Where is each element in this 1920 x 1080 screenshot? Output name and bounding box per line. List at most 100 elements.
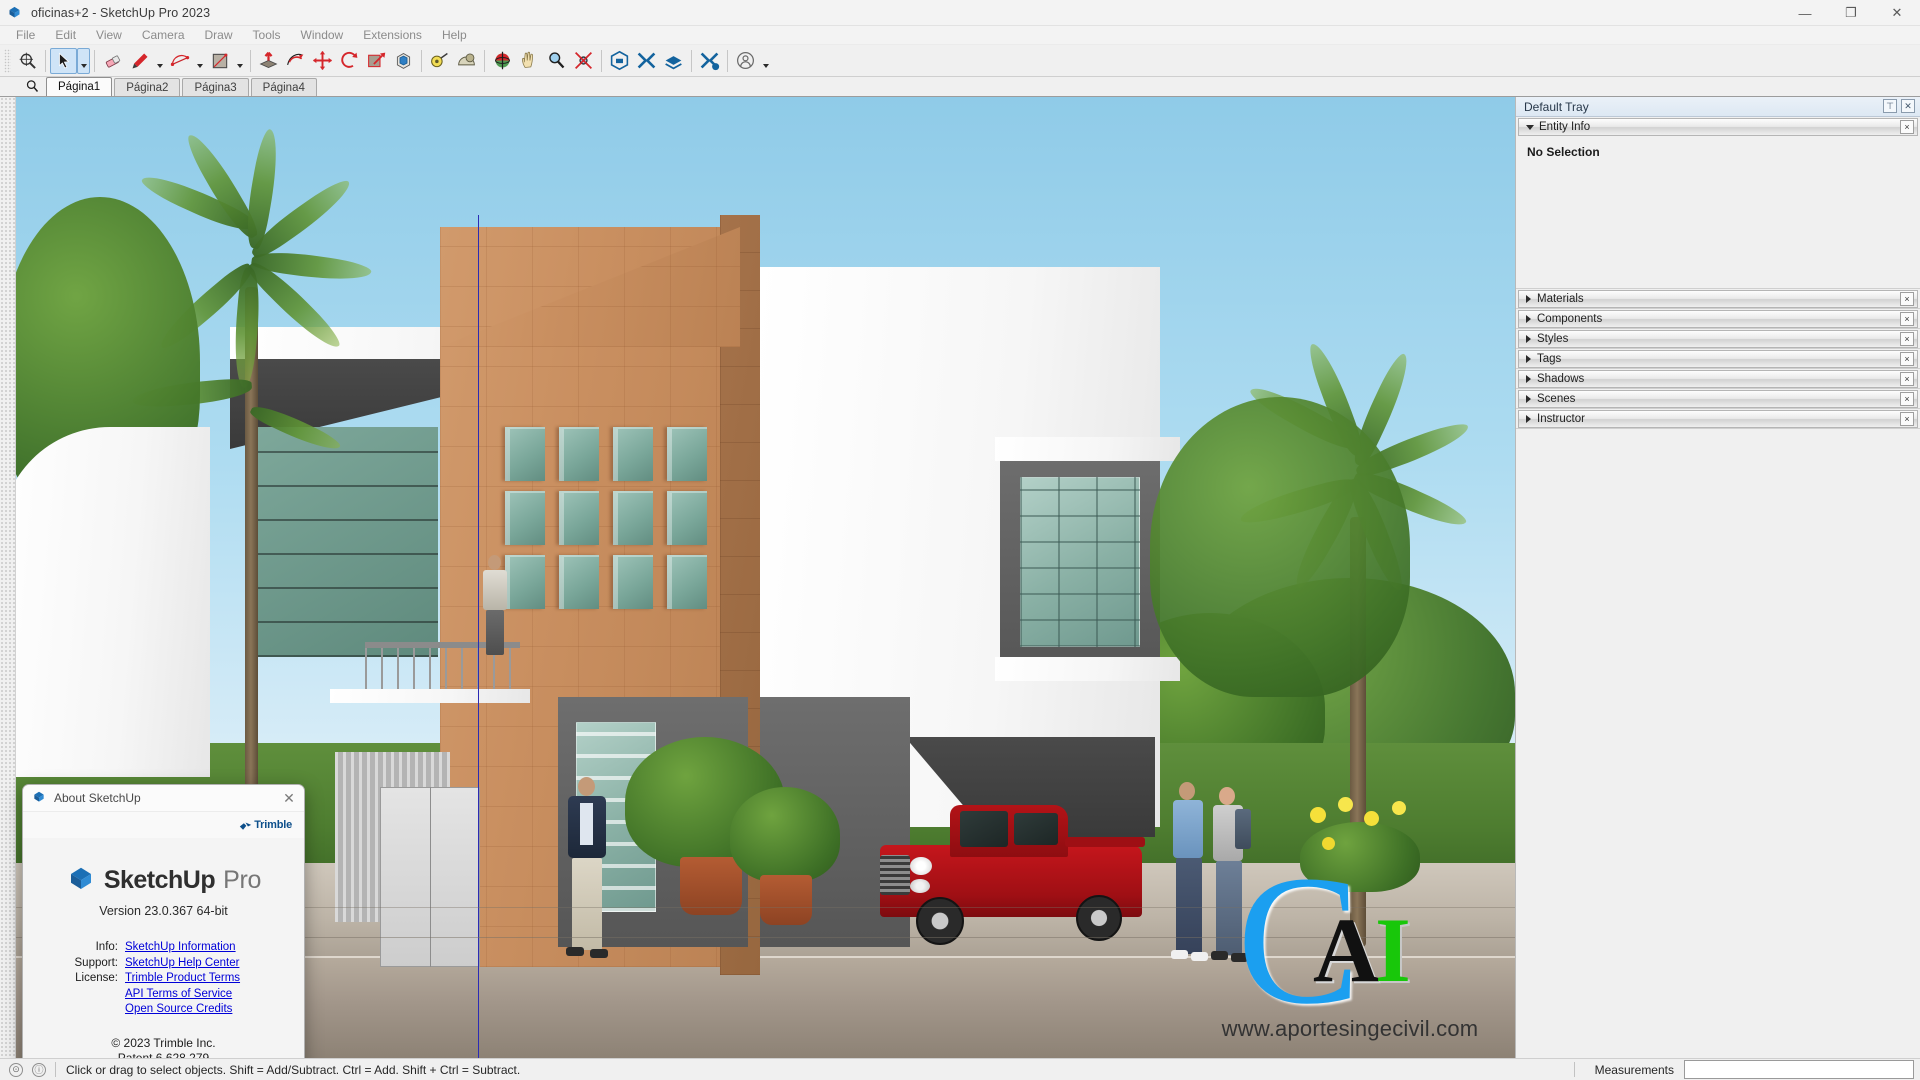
panel-header-scenes[interactable]: Scenes × — [1518, 390, 1918, 408]
credits-info-icon[interactable]: ⓘ — [32, 1062, 46, 1077]
arc-dropdown-arrow-icon[interactable] — [193, 48, 206, 74]
tray-close-button[interactable]: ✕ — [1901, 99, 1915, 113]
panel-header-components[interactable]: Components × — [1518, 310, 1918, 328]
scene-tab-pagina1[interactable]: Página1 — [46, 77, 113, 96]
panel-label-entity-info: Entity Info — [1539, 121, 1591, 133]
select-arrow-icon[interactable] — [50, 47, 77, 74]
move-icon[interactable] — [309, 48, 336, 74]
building-grey-box-top-slab — [995, 437, 1180, 461]
minimize-button[interactable]: — — [1782, 0, 1828, 26]
status-message: Click or drag to select objects. Shift =… — [66, 1062, 521, 1077]
pencil-dropdown-arrow-icon[interactable] — [153, 48, 166, 74]
panel-label-shadows: Shadows — [1537, 373, 1585, 385]
menu-help[interactable]: Help — [432, 26, 477, 45]
menu-draw[interactable]: Draw — [195, 26, 243, 45]
menu-view[interactable]: View — [86, 26, 132, 45]
user-account-icon[interactable] — [732, 48, 759, 74]
tape-measure-icon[interactable] — [426, 48, 453, 74]
person-on-balcony — [478, 555, 512, 655]
person-head — [578, 777, 595, 796]
panel-header-tags[interactable]: Tags × — [1518, 350, 1918, 368]
close-button[interactable]: ✕ — [1874, 0, 1920, 26]
eraser-icon[interactable] — [99, 48, 126, 74]
link-trimble-product-terms[interactable]: Trimble Product Terms — [125, 972, 240, 984]
red-pickup-truck — [880, 797, 1150, 977]
panel-close-entity-info[interactable]: × — [1900, 120, 1914, 134]
chevron-right-icon — [1526, 375, 1531, 383]
panel-close-components[interactable]: × — [1900, 312, 1914, 326]
flower-bed — [1300, 797, 1420, 892]
restore-button[interactable]: ❐ — [1828, 0, 1874, 26]
scene-tab-pagina2[interactable]: Página2 — [114, 78, 181, 96]
push-pull-icon[interactable] — [255, 48, 282, 74]
link-api-terms-of-service[interactable]: API Terms of Service — [125, 988, 232, 1000]
panel-close-styles[interactable]: × — [1900, 332, 1914, 346]
zoom-magnifier-icon[interactable] — [543, 48, 570, 74]
trimble-connect-icon[interactable] — [633, 48, 660, 74]
trimble-connect-sync-icon[interactable] — [696, 48, 723, 74]
viewport-left-scrollbar[interactable] — [0, 97, 16, 1058]
tray-pin-button[interactable]: ⊤ — [1883, 99, 1897, 113]
orbit-icon[interactable] — [489, 48, 516, 74]
product-edition: Pro — [223, 866, 262, 894]
window-title: oficinas+2 - SketchUp Pro 2023 — [31, 5, 211, 20]
default-tray: Default Tray ⊤ ✕ Entity Info × No Select… — [1515, 97, 1920, 1058]
arc-icon[interactable] — [166, 48, 193, 74]
panel-close-tags[interactable]: × — [1900, 352, 1914, 366]
panel-label-components: Components — [1537, 313, 1603, 325]
offset-icon[interactable] — [390, 48, 417, 74]
trimble-connect-open-icon[interactable] — [606, 48, 633, 74]
menu-edit[interactable]: Edit — [45, 26, 86, 45]
follow-me-icon[interactable] — [282, 48, 309, 74]
about-sketchup-dialog[interactable]: About SketchUp ✕ Trimble SketchUp Pro Ve… — [22, 784, 305, 1058]
user-account-dropdown-arrow-icon[interactable] — [759, 48, 772, 74]
protractor-icon[interactable] — [453, 48, 480, 74]
trimble-connect-save-icon[interactable] — [660, 48, 687, 74]
rectangle-dropdown-arrow-icon[interactable] — [233, 48, 246, 74]
flower — [1338, 797, 1353, 812]
model-viewport[interactable]: C A I www.aportesingecivil.com About Ske… — [0, 97, 1515, 1058]
scene-tab-pagina4[interactable]: Página4 — [250, 78, 317, 96]
blank-label-2 — [67, 1002, 125, 1018]
menu-camera[interactable]: Camera — [132, 26, 195, 45]
sketchup-logo-large-icon — [66, 864, 96, 897]
toolbar-grip[interactable] — [4, 48, 11, 73]
menu-file[interactable]: File — [6, 26, 45, 45]
geo-location-icon[interactable]: ⊙ — [9, 1062, 23, 1077]
link-sketchup-information[interactable]: SketchUp Information — [125, 941, 236, 953]
person-head — [488, 555, 501, 570]
pencil-line-icon[interactable] — [126, 48, 153, 74]
panel-close-scenes[interactable]: × — [1900, 392, 1914, 406]
rotate-icon[interactable] — [336, 48, 363, 74]
search-icon[interactable] — [18, 76, 46, 96]
panel-header-instructor[interactable]: Instructor × — [1518, 410, 1918, 428]
trimble-logo-icon — [239, 818, 254, 833]
link-open-source-credits[interactable]: Open Source Credits — [125, 1003, 232, 1015]
menu-window[interactable]: Window — [291, 26, 354, 45]
panel-header-styles[interactable]: Styles × — [1518, 330, 1918, 348]
panel-header-entity-info[interactable]: Entity Info × — [1518, 118, 1918, 136]
scale-icon[interactable] — [363, 48, 390, 74]
panel-header-shadows[interactable]: Shadows × — [1518, 370, 1918, 388]
panel-close-instructor[interactable]: × — [1900, 412, 1914, 426]
window-pane — [505, 427, 545, 481]
scene-tab-pagina3[interactable]: Página3 — [182, 78, 249, 96]
zoom-extents-icon[interactable] — [570, 48, 597, 74]
rectangle-icon[interactable] — [206, 48, 233, 74]
window-pane — [613, 555, 653, 609]
building-curved-wall-left — [0, 427, 210, 777]
chevron-right-icon — [1526, 335, 1531, 343]
about-dialog-close-button[interactable]: ✕ — [278, 788, 300, 809]
measurements-input[interactable] — [1684, 1060, 1914, 1079]
menu-extensions[interactable]: Extensions — [353, 26, 432, 45]
panel-close-shadows[interactable]: × — [1900, 372, 1914, 386]
pan-hand-icon[interactable] — [516, 48, 543, 74]
measurements-label: Measurements — [1594, 1062, 1674, 1077]
zoom-target-icon[interactable] — [14, 48, 41, 74]
menu-tools[interactable]: Tools — [243, 26, 291, 45]
panel-header-materials[interactable]: Materials × — [1518, 290, 1918, 308]
link-sketchup-help-center[interactable]: SketchUp Help Center — [125, 957, 239, 969]
panel-close-materials[interactable]: × — [1900, 292, 1914, 306]
select-dropdown-arrow-icon[interactable] — [77, 47, 90, 74]
toolbar-separator — [421, 49, 422, 72]
